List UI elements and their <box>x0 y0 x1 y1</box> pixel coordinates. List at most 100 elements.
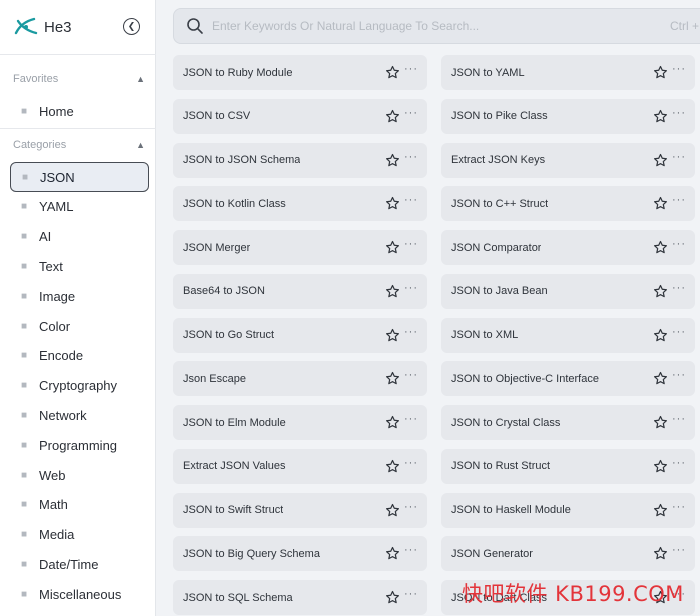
sidebar-item-math[interactable]: ■ Math <box>10 490 149 520</box>
tool-card[interactable]: JSON Comparator ··· <box>441 230 695 265</box>
star-icon[interactable] <box>653 459 668 474</box>
more-options-icon[interactable]: ··· <box>404 326 418 338</box>
more-options-icon[interactable]: ··· <box>672 64 686 75</box>
star-icon[interactable] <box>385 459 400 474</box>
more-options-icon[interactable]: ··· <box>672 151 686 163</box>
sidebar-item-media[interactable]: ■ Media <box>10 520 149 550</box>
tool-card[interactable]: JSON to Objective-C Interface ··· <box>441 361 695 397</box>
star-icon[interactable] <box>385 328 400 343</box>
star-icon[interactable] <box>385 196 400 211</box>
tool-card[interactable]: JSON to Crystal Class ··· <box>441 405 695 440</box>
star-icon[interactable] <box>385 590 400 605</box>
star-icon[interactable] <box>653 109 668 124</box>
tool-card[interactable]: JSON to JSON Schema ··· <box>173 142 427 178</box>
more-options-icon[interactable]: ··· <box>404 457 418 469</box>
more-options-icon[interactable]: ··· <box>672 457 686 469</box>
tool-card[interactable]: JSON to XML ··· <box>441 317 695 353</box>
more-options-icon[interactable]: ··· <box>404 151 418 163</box>
more-options-icon[interactable]: ··· <box>404 545 418 556</box>
star-icon[interactable] <box>385 65 400 80</box>
star-icon[interactable] <box>653 153 668 168</box>
more-options-icon[interactable]: ··· <box>672 282 686 294</box>
star-icon[interactable] <box>653 503 668 518</box>
categories-title: Categories <box>13 139 67 151</box>
tool-card[interactable]: JSON to SQL Schema ··· <box>173 580 427 615</box>
more-options-icon[interactable]: ··· <box>672 370 686 381</box>
tool-card[interactable]: Base64 to JSON ··· <box>173 273 427 309</box>
favorites-header[interactable]: Favorites ▲ <box>13 71 145 87</box>
tool-card[interactable]: JSON Generator ··· <box>441 536 695 572</box>
sidebar-item-image[interactable]: ■ Image <box>10 281 149 311</box>
tool-card[interactable]: JSON to Kotlin Class ··· <box>173 186 427 222</box>
star-icon[interactable] <box>385 546 400 561</box>
more-options-icon[interactable]: ··· <box>672 326 686 338</box>
categories-header[interactable]: Categories ▲ <box>13 137 145 153</box>
tool-card[interactable]: JSON to Java Bean ··· <box>441 273 695 309</box>
encode-icon: ■ <box>20 350 28 362</box>
more-options-icon[interactable]: ··· <box>404 282 418 294</box>
more-options-icon[interactable]: ··· <box>672 414 686 425</box>
sidebar-item-date-time[interactable]: ■ Date/Time <box>10 549 149 579</box>
more-options-icon[interactable]: ··· <box>404 64 418 75</box>
star-icon[interactable] <box>385 371 400 386</box>
star-icon[interactable] <box>653 415 668 430</box>
sidebar-item-miscellaneous[interactable]: ■ Miscellaneous <box>10 579 149 609</box>
star-icon[interactable] <box>385 284 400 299</box>
tool-card[interactable]: JSON to Elm Module ··· <box>173 405 427 440</box>
star-icon[interactable] <box>653 371 668 386</box>
sidebar-item-web[interactable]: ■ Web <box>10 460 149 490</box>
tool-card[interactable]: JSON to YAML ··· <box>441 55 695 90</box>
sidebar-item-yaml[interactable]: ■ YAML <box>10 192 149 222</box>
tool-card[interactable]: JSON to Pike Class ··· <box>441 98 695 134</box>
tool-card[interactable]: JSON to Go Struct ··· <box>173 317 427 353</box>
more-options-icon[interactable]: ··· <box>404 370 418 381</box>
sidebar-item-encode[interactable]: ■ Encode <box>10 341 149 371</box>
star-icon[interactable] <box>385 109 400 124</box>
star-icon[interactable] <box>653 328 668 343</box>
sidebar-item-programming[interactable]: ■ Programming <box>10 430 149 460</box>
tool-card[interactable]: JSON to C++ Struct ··· <box>441 186 695 222</box>
more-options-icon[interactable]: ··· <box>672 501 686 513</box>
star-icon[interactable] <box>385 503 400 518</box>
sidebar-item-cryptography[interactable]: ■ Cryptography <box>10 371 149 401</box>
star-icon[interactable] <box>653 546 668 561</box>
tool-label: JSON to XML <box>451 329 519 341</box>
more-options-icon[interactable]: ··· <box>672 195 686 206</box>
star-icon[interactable] <box>653 284 668 299</box>
sidebar-item-json[interactable]: ■ JSON <box>10 162 149 192</box>
star-icon[interactable] <box>653 240 668 255</box>
star-icon[interactable] <box>653 65 668 80</box>
more-options-icon[interactable]: ··· <box>672 239 686 250</box>
star-icon[interactable] <box>385 415 400 430</box>
tool-card[interactable]: JSON Merger ··· <box>173 230 427 265</box>
sidebar-item-text[interactable]: ■ Text <box>10 251 149 281</box>
more-options-icon[interactable]: ··· <box>404 501 418 513</box>
tool-card[interactable]: JSON to Ruby Module ··· <box>173 55 427 90</box>
more-options-icon[interactable]: ··· <box>404 239 418 250</box>
more-options-icon[interactable]: ··· <box>672 545 686 556</box>
sidebar-item-home[interactable]: ■ Home <box>10 96 149 126</box>
tool-card[interactable]: Extract JSON Values ··· <box>173 448 427 484</box>
star-icon[interactable] <box>653 196 668 211</box>
more-options-icon[interactable]: ··· <box>404 589 418 600</box>
tool-card[interactable]: JSON to Swift Struct ··· <box>173 492 427 528</box>
search-bar[interactable]: Ctrl + K <box>173 8 700 44</box>
search-input[interactable] <box>212 19 700 33</box>
more-options-icon[interactable]: ··· <box>404 107 418 119</box>
tool-card[interactable]: JSON to CSV ··· <box>173 98 427 134</box>
more-options-icon[interactable]: ··· <box>404 414 418 425</box>
sidebar-item-color[interactable]: ■ Color <box>10 311 149 341</box>
collapse-sidebar-button[interactable]: ❮ <box>123 18 140 35</box>
tool-card[interactable]: JSON to Rust Struct ··· <box>441 448 695 484</box>
tool-card[interactable]: Json Escape ··· <box>173 361 427 397</box>
star-icon[interactable] <box>385 153 400 168</box>
tool-card[interactable]: JSON to Haskell Module ··· <box>441 492 695 528</box>
more-options-icon[interactable]: ··· <box>672 107 686 119</box>
star-icon[interactable] <box>385 240 400 255</box>
file-icon: ■ <box>20 201 28 213</box>
sidebar-item-ai[interactable]: ■ AI <box>10 222 149 252</box>
sidebar-item-network[interactable]: ■ Network <box>10 400 149 430</box>
more-options-icon[interactable]: ··· <box>404 195 418 206</box>
tool-card[interactable]: JSON to Big Query Schema ··· <box>173 536 427 572</box>
tool-card[interactable]: Extract JSON Keys ··· <box>441 142 695 178</box>
